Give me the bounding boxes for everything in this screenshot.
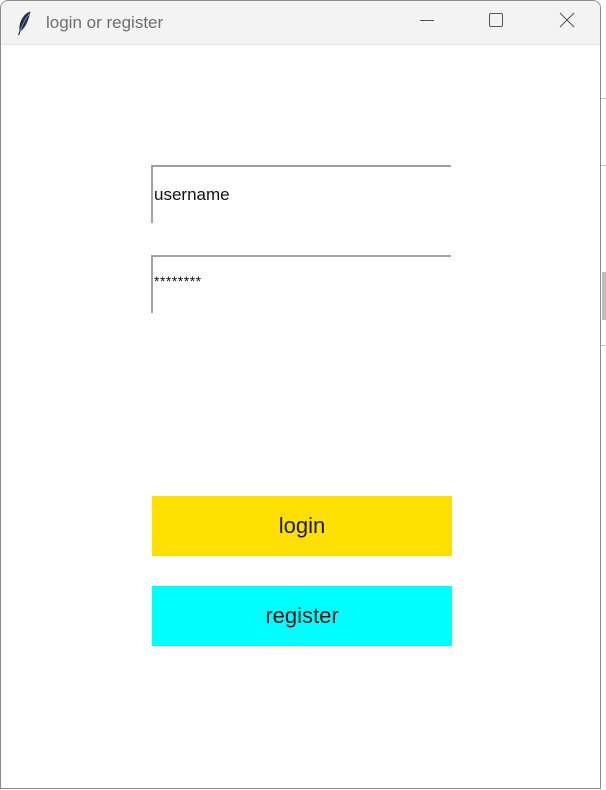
app-window: login or register login register [0,0,601,789]
feather-icon [15,10,35,36]
title-bar[interactable]: login or register [1,1,600,45]
close-button[interactable] [533,1,600,44]
password-field[interactable] [151,255,451,313]
maximize-button[interactable] [462,1,530,44]
close-icon [559,12,575,33]
minimize-button[interactable] [393,1,461,44]
username-input[interactable] [153,167,451,223]
register-button[interactable]: register [152,586,452,646]
maximize-icon [488,12,504,33]
minimize-icon [419,12,435,33]
window-title: login or register [46,13,164,32]
form-area: login register [1,45,600,788]
password-input[interactable] [153,257,451,313]
username-field[interactable] [151,165,451,223]
login-button[interactable]: login [152,496,452,556]
